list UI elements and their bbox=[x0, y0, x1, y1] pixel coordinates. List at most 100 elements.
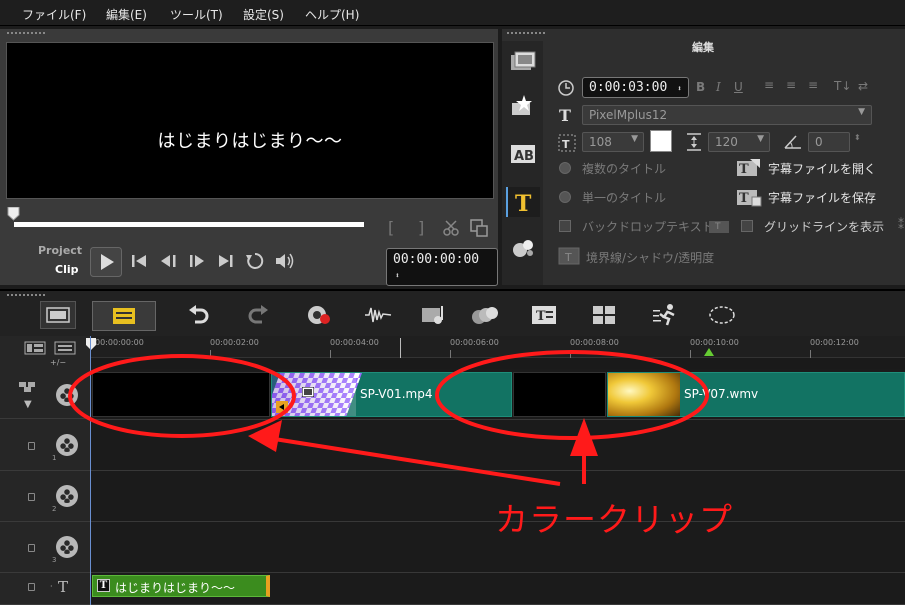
scrubber-handle[interactable] bbox=[7, 207, 20, 221]
mask-creator-icon[interactable] bbox=[706, 303, 738, 327]
title-track-icon[interactable]: T bbox=[58, 578, 68, 596]
previous-frame-icon[interactable] bbox=[158, 253, 180, 269]
overlay-track-icon[interactable] bbox=[56, 434, 78, 456]
spinner-icon[interactable]: ⬍ bbox=[854, 133, 861, 142]
clip-mode-label[interactable]: Clip bbox=[55, 263, 79, 276]
storyboard-view-icon[interactable] bbox=[40, 301, 76, 329]
text-color-swatch[interactable] bbox=[650, 130, 672, 152]
go-to-end-icon[interactable] bbox=[217, 253, 235, 269]
font-size-select[interactable]: 108 ▼ bbox=[582, 132, 644, 152]
color-clip[interactable] bbox=[513, 372, 606, 417]
title-track[interactable]: T はじまりはじまり〜〜 bbox=[90, 573, 905, 605]
backdrop-settings-icon[interactable]: T bbox=[708, 216, 730, 234]
title-ab-icon[interactable]: AB bbox=[506, 139, 540, 169]
open-subtitle-icon[interactable]: T bbox=[736, 158, 762, 178]
next-frame-icon[interactable] bbox=[186, 253, 208, 269]
sound-mixer-icon[interactable] bbox=[362, 303, 394, 327]
line-spacing-value: 120 bbox=[715, 135, 738, 149]
lock-icon[interactable] bbox=[28, 442, 35, 450]
bold-icon[interactable]: B bbox=[696, 80, 705, 94]
menu-bar: ファイル(F) 編集(E) ツール(T) 設定(S) ヘルプ(H) bbox=[0, 0, 905, 26]
align-left-icon[interactable]: ≡ bbox=[764, 78, 774, 92]
timeline-ruler[interactable]: 00:00:00:00 00:00:02:00 00:00:04:00 00:0… bbox=[86, 336, 905, 358]
ruler-label: 00:00:06:00 bbox=[450, 338, 499, 347]
timecode-display[interactable]: 00:00:00:00 ⬍ bbox=[386, 248, 498, 286]
panel-grip[interactable] bbox=[6, 293, 46, 297]
spinner-icon[interactable]: ⬍ bbox=[677, 84, 682, 93]
title-t-icon[interactable]: T bbox=[506, 187, 540, 217]
lock-icon[interactable] bbox=[28, 493, 35, 501]
time-remapping-icon[interactable] bbox=[650, 303, 682, 327]
panel-grip[interactable] bbox=[6, 31, 46, 35]
track-manager-icon[interactable] bbox=[54, 341, 76, 355]
auto-music-icon[interactable] bbox=[418, 303, 450, 327]
multi-title-radio[interactable] bbox=[559, 162, 571, 174]
open-subtitle-label[interactable]: 字幕ファイルを開く bbox=[768, 160, 876, 177]
volume-icon[interactable] bbox=[274, 251, 296, 271]
record-capture-icon[interactable] bbox=[303, 303, 335, 327]
menu-settings[interactable]: 設定(S) bbox=[243, 6, 284, 23]
grid-settings-icon[interactable]: ⁑ bbox=[898, 218, 904, 232]
italic-icon[interactable]: I bbox=[716, 80, 721, 94]
backdrop-text-checkbox[interactable] bbox=[559, 220, 571, 232]
vertical-text-icon[interactable]: T↓ bbox=[834, 79, 851, 93]
single-title-radio[interactable] bbox=[559, 191, 571, 203]
mark-out-icon[interactable]: ] bbox=[418, 218, 424, 237]
lock-icon[interactable] bbox=[28, 583, 35, 591]
border-shadow-icon[interactable]: T bbox=[558, 247, 580, 265]
line-spacing-select[interactable]: 120 ▼ bbox=[708, 132, 770, 152]
save-subtitle-icon[interactable]: T bbox=[736, 187, 762, 207]
subtitle-editor-icon[interactable]: T bbox=[528, 303, 560, 327]
overlay-track-icon[interactable] bbox=[56, 485, 78, 507]
multi-camera-icon[interactable] bbox=[588, 303, 620, 327]
show-all-tracks-icon[interactable] bbox=[24, 341, 46, 355]
go-to-start-icon[interactable] bbox=[130, 253, 148, 269]
ripple-edit-icon[interactable] bbox=[18, 381, 42, 393]
save-subtitle-label[interactable]: 字幕ファイルを保存 bbox=[768, 189, 876, 206]
video-track-icon[interactable] bbox=[56, 384, 78, 406]
transition-icon[interactable] bbox=[506, 91, 540, 121]
title-clip[interactable]: T はじまりはじまり〜〜 bbox=[92, 575, 270, 597]
play-button[interactable] bbox=[90, 247, 122, 277]
playhead-handle[interactable] bbox=[86, 338, 96, 350]
split-clip-icon[interactable] bbox=[442, 219, 460, 237]
panel-grip[interactable] bbox=[506, 31, 546, 35]
video-clip-2[interactable]: SP-V07.wmv bbox=[607, 372, 905, 417]
rotation-field[interactable]: 0 bbox=[808, 132, 850, 152]
media-icon[interactable] bbox=[506, 47, 540, 77]
lock-icon[interactable] bbox=[28, 544, 35, 552]
border-shadow-label[interactable]: 境界線/シャドウ/透明度 bbox=[586, 249, 714, 266]
undo-icon[interactable] bbox=[183, 303, 215, 327]
overlay-track-1[interactable] bbox=[90, 420, 905, 471]
video-clip-1[interactable]: SP-V01.mp4 bbox=[271, 372, 512, 417]
effects-icon[interactable] bbox=[506, 233, 540, 263]
color-clip[interactable] bbox=[92, 372, 270, 417]
overlay-track-icon[interactable] bbox=[56, 536, 78, 558]
cue-marker-icon[interactable] bbox=[704, 348, 714, 356]
menu-edit[interactable]: 編集(E) bbox=[106, 6, 147, 23]
font-select[interactable]: PixelMplus12 ▼ bbox=[582, 105, 872, 125]
repeat-icon[interactable] bbox=[245, 251, 265, 271]
video-track[interactable]: SP-V01.mp4 SP-V07.wmv bbox=[90, 369, 905, 420]
track-number: 3 bbox=[52, 556, 57, 564]
align-right-icon[interactable]: ≡ bbox=[808, 78, 818, 92]
menu-file[interactable]: ファイル(F) bbox=[22, 6, 86, 23]
zoom-icon[interactable]: +/− bbox=[50, 358, 66, 367]
text-direction-icon[interactable]: ⇄ bbox=[858, 79, 868, 93]
gridlines-checkbox[interactable] bbox=[741, 220, 753, 232]
menu-help[interactable]: ヘルプ(H) bbox=[305, 6, 359, 23]
mark-in-icon[interactable]: [ bbox=[388, 218, 394, 237]
rotation-icon bbox=[784, 135, 801, 149]
motion-tracking-icon[interactable] bbox=[469, 303, 501, 327]
redo-icon[interactable] bbox=[242, 303, 274, 327]
align-center-icon[interactable]: ≡ bbox=[786, 78, 796, 92]
expand-icon[interactable]: ▼ bbox=[24, 399, 32, 410]
timeline-view-icon[interactable] bbox=[92, 301, 156, 331]
project-mode-label[interactable]: Project bbox=[38, 244, 82, 257]
scrubber-track[interactable] bbox=[14, 222, 364, 227]
underline-icon[interactable]: U bbox=[734, 80, 743, 94]
enlarge-preview-icon[interactable] bbox=[470, 219, 488, 237]
menu-tools[interactable]: ツール(T) bbox=[170, 6, 223, 23]
duration-field[interactable]: 0:00:03:00 ⬍ bbox=[582, 77, 689, 98]
spinner-icon[interactable]: ⬍ bbox=[395, 271, 400, 280]
